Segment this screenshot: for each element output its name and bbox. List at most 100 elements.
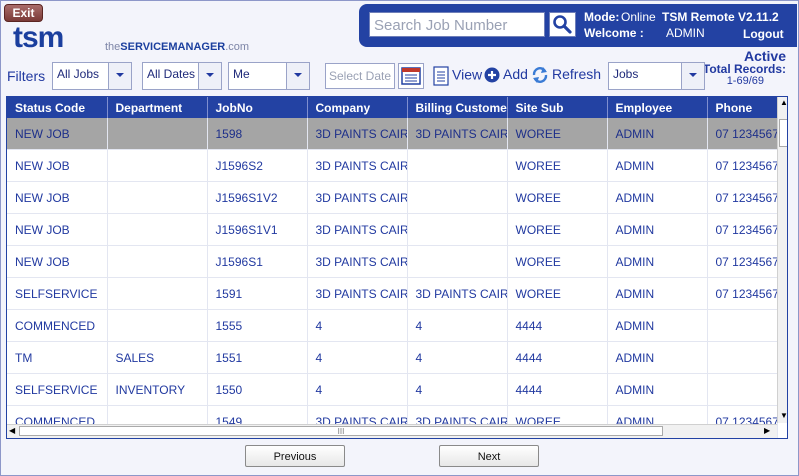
table-cell: J1596S1V1 [207,213,308,246]
table-row[interactable]: SELFSERVICE15913D PAINTS CAIRNS3D PAINTS… [7,277,778,310]
table-row[interactable]: COMMENCED 1555 4 4 4444 ADMIN [7,309,778,342]
scroll-down-icon[interactable]: ▼ [780,411,787,420]
app-window: Exit tsm theSERVICEMANAGER.com Search Jo… [0,0,799,476]
table-cell: 4444 [507,373,608,406]
table-cell [107,245,208,278]
table-cell: WOREE [507,277,608,310]
welcome-label: Welcome : [584,26,644,40]
column-header[interactable]: Company [307,97,408,118]
scroll-right-icon[interactable]: ▶ [764,426,770,435]
table-cell: 4444 [507,309,608,342]
table-cell [107,149,208,182]
table-cell: TM [7,341,108,374]
horizontal-scroll-thumb[interactable]: III [19,426,663,436]
chevron-down-icon [286,63,309,89]
logout-link[interactable]: Logout [743,27,784,41]
jobs-filter-value: All Jobs [57,67,100,81]
table-cell [107,277,208,310]
search-button[interactable] [549,12,576,37]
table-cell [707,341,778,374]
table-row[interactable]: SELFSERVICE INVENTORY 1550 4 4 4444 ADMIN [7,373,778,406]
table-cell: WOREE [507,118,608,150]
column-header[interactable]: Site Sub [507,97,608,118]
column-header[interactable]: Status Code [7,97,108,118]
table-cell: WOREE [507,245,608,278]
table-cell: 3D PAINTS CAIRNS [307,181,408,214]
view-label: View [452,66,483,83]
table-row[interactable]: NEW JOB J1596S23D PAINTS CAIRNS WOREEADMIN… [7,149,778,182]
calendar-icon [401,67,421,85]
jobs-filter-dropdown[interactable]: All Jobs [52,62,132,90]
horizontal-scrollbar[interactable]: ◀ III ▶ [7,424,777,438]
owner-filter-dropdown[interactable]: Me [228,62,310,90]
add-label: Add [503,66,528,82]
refresh-button[interactable]: Refresh [531,66,601,84]
logo-sub-prefix: the [105,41,121,53]
refresh-label: Refresh [552,66,602,82]
table-cell: J1596S2 [207,149,308,182]
table-cell: NEW JOB [7,181,108,214]
type-filter-dropdown[interactable]: Jobs [608,62,705,90]
column-header[interactable]: Department [107,97,208,118]
date-input[interactable]: Select Date [325,63,395,89]
type-filter-value: Jobs [613,67,639,81]
table-cell: 3D PAINTS CAIRNS [307,213,408,246]
view-button[interactable]: View [433,66,482,86]
table-cell: 4 [307,341,408,374]
chevron-down-icon [108,63,131,89]
column-header[interactable]: Phone [707,97,778,118]
vertical-scroll-thumb[interactable] [779,119,787,147]
logo-sub-suffix: .com [225,41,250,53]
table-cell: NEW JOB [7,118,108,150]
user-name: ADMIN [666,26,705,40]
plus-circle-icon [484,67,500,83]
column-header[interactable]: Billing Customer [407,97,508,118]
table-cell: NEW JOB [7,149,108,182]
column-header[interactable]: Employee [607,97,708,118]
table-cell [707,373,778,406]
table-cell: J1596S1V2 [207,181,308,214]
dates-filter-dropdown[interactable]: All Dates [142,62,222,90]
search-input[interactable]: Search Job Number [369,12,545,37]
table-row[interactable]: NEW JOB15983D PAINTS CAIRNS3D PAINTS CAI… [7,118,778,150]
previous-button[interactable]: Previous [245,445,345,467]
logo-main: tsm [13,21,64,54]
chevron-down-icon [681,63,704,89]
table-cell: 07 1234567 [707,277,778,310]
table-cell: INVENTORY [107,373,208,406]
table-cell: SALES [107,341,208,374]
table-row[interactable]: NEW JOB J1596S1V13D PAINTS CAIRNS WOREEADM… [7,213,778,246]
logo-subtitle: theSERVICEMANAGER.com [105,41,249,53]
table-cell: ADMIN [607,373,708,406]
table-row[interactable]: TM SALES 1551 4 4 4444 ADMIN [7,341,778,374]
filters-label: Filters [7,68,46,84]
table-cell: NEW JOB [7,213,108,246]
table-cell: SELFSERVICE [7,373,108,406]
table-cell [407,181,508,214]
table-cell: ADMIN [607,149,708,182]
add-button[interactable]: Add [484,66,528,83]
table-cell [107,118,208,150]
table-cell: ADMIN [607,341,708,374]
table-cell: 3D PAINTS CAIRNS [307,118,408,150]
table-cell: NEW JOB [7,245,108,278]
table-cell: 4 [407,373,508,406]
table-row[interactable]: NEW JOB J1596S13D PAINTS CAIRNS WOREEADMIN… [7,245,778,278]
total-records-value: 1-69/69 [726,75,764,87]
scroll-left-icon[interactable]: ◀ [9,426,15,435]
scroll-up-icon[interactable]: ▲ [780,98,787,107]
exit-button[interactable]: Exit [4,4,43,22]
table-row[interactable]: NEW JOB J1596S1V23D PAINTS CAIRNS WOREEADM… [7,181,778,214]
refresh-icon [532,67,548,84]
logo-sub-brand: SERVICEMANAGER [120,41,226,53]
next-button[interactable]: Next [439,445,539,467]
vertical-scrollbar[interactable]: ▲ ▼ [777,97,787,423]
table-cell: ADMIN [607,118,708,150]
calendar-button[interactable] [398,63,424,89]
table-cell: 3D PAINTS CAIRNS [307,245,408,278]
table-cell: 4 [407,309,508,342]
table-cell: 4 [307,373,408,406]
logo: tsm theSERVICEMANAGER.com [13,21,273,57]
table-cell: 3D PAINTS CAIRNS [407,277,508,310]
column-header[interactable]: JobNo [207,97,308,118]
